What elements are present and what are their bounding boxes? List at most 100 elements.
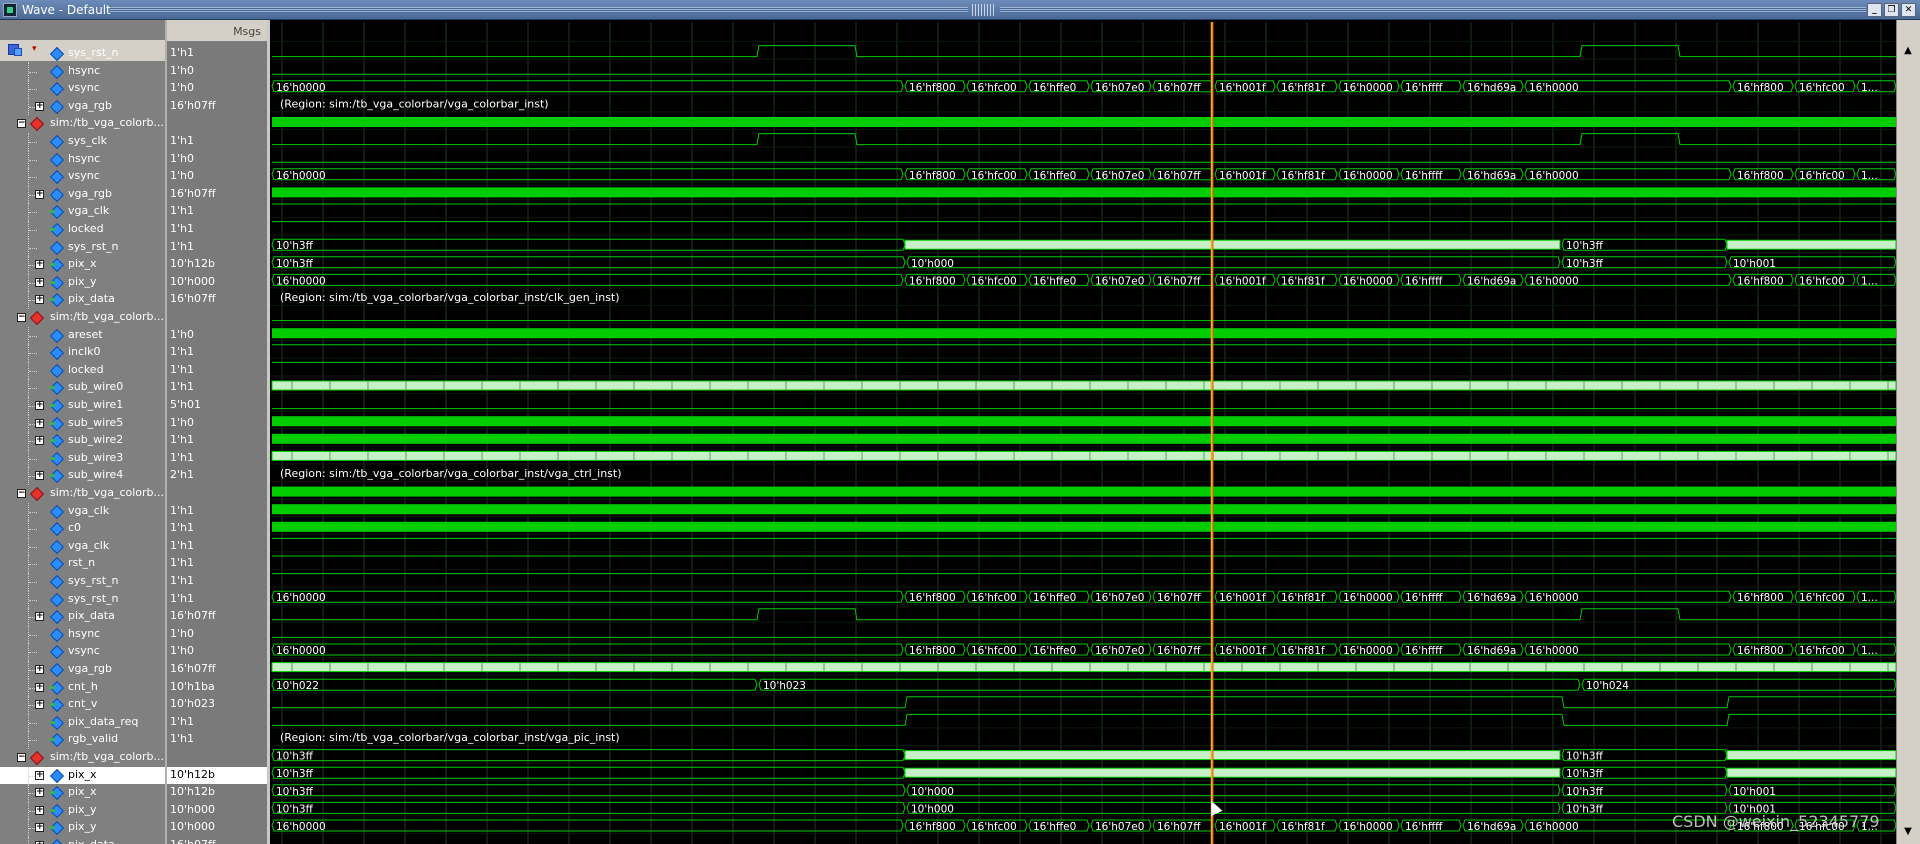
vertical-scrollbar[interactable]: ▲ ▼ (1896, 20, 1920, 844)
signal-row[interactable]: sys_rst_n (0, 238, 165, 257)
value-row[interactable]: 16'h07ff (167, 661, 269, 679)
value-row[interactable]: 1'h1 (167, 45, 269, 63)
value-row[interactable]: 1'h1 (167, 432, 269, 450)
value-row[interactable]: 1'h0 (167, 80, 269, 98)
signal-row[interactable]: + pix_y (0, 273, 165, 292)
value-row[interactable]: 16'h07ff (167, 98, 269, 116)
value-row[interactable]: 1'h0 (167, 151, 269, 169)
signal-row[interactable]: c0 (0, 520, 165, 538)
signal-row[interactable]: vga_clk (0, 203, 165, 221)
value-row[interactable]: 1'h1 (167, 450, 269, 468)
value-row[interactable]: 1'h1 (167, 203, 269, 221)
value-row[interactable]: 1'h0 (167, 643, 269, 661)
signal-row[interactable]: + vga_rgb (0, 97, 165, 116)
value-row[interactable]: 10'h000 (167, 819, 269, 837)
expand-icon[interactable]: + (35, 682, 44, 692)
value-row[interactable]: 1'h1 (167, 344, 269, 362)
value-row[interactable]: 10'h12b (167, 766, 269, 785)
expand-icon[interactable]: + (35, 788, 44, 798)
expand-icon[interactable]: + (35, 805, 44, 815)
signal-row[interactable]: vsync (0, 168, 165, 186)
value-row[interactable]: 10'h000 (167, 802, 269, 820)
value-row[interactable]: 1'h1 (167, 503, 269, 521)
signal-row[interactable]: pix_data_req (0, 713, 165, 732)
expand-icon[interactable]: + (35, 612, 44, 622)
expand-icon[interactable]: + (35, 418, 44, 428)
expand-icon[interactable]: + (35, 189, 44, 199)
collapse-icon[interactable]: − (17, 119, 26, 129)
value-row[interactable]: 16'h07ff (167, 186, 269, 204)
value-row[interactable]: 1'h1 (167, 591, 269, 609)
signal-row[interactable]: vga_clk (0, 502, 165, 521)
signal-row[interactable]: + pix_x (0, 256, 165, 274)
drag-handle-icon[interactable] (972, 4, 996, 16)
collapse-icon[interactable]: − (17, 489, 26, 498)
waveform-svg[interactable]: 16'h0000 16'hf800 16'hfc00 16'hffe0 16'h07e0… (270, 22, 1896, 844)
value-row[interactable]: 1'h1 (167, 714, 269, 732)
signal-row[interactable]: + sub_wire1 (0, 397, 165, 415)
waveform-canvas[interactable]: 16'h0000 16'hf800 16'hfc00 16'hffe0 16'h07e0… (270, 22, 1896, 844)
region-row[interactable]: − sim:/tb_vga_colorb... (0, 485, 165, 503)
value-row[interactable]: 10'h023 (167, 696, 269, 714)
signal-row[interactable]: + pix_y (0, 819, 165, 837)
expand-icon[interactable]: + (35, 770, 44, 780)
minimize-button[interactable]: _ (1867, 3, 1882, 17)
signal-row[interactable]: inclk0 (0, 344, 165, 362)
signal-row[interactable]: + sub_wire5 (0, 414, 165, 433)
signal-row[interactable]: rgb_valid (0, 731, 165, 749)
value-row[interactable]: 1'h1 (167, 520, 269, 538)
value-row[interactable]: 1'h1 (167, 362, 269, 380)
signal-row[interactable]: sub_wire0 (0, 379, 165, 397)
value-row[interactable]: 2'h1 (167, 467, 269, 485)
value-row[interactable]: 1'h1 (167, 731, 269, 749)
value-row[interactable]: 16'h07ff (167, 608, 269, 626)
signal-row[interactable]: + pix_y (0, 801, 165, 820)
value-row[interactable]: 16'h07ff (167, 837, 269, 844)
signal-row[interactable]: + cnt_h (0, 678, 165, 697)
signal-row[interactable]: hsync (0, 150, 165, 169)
expand-icon[interactable]: + (35, 436, 44, 446)
value-row[interactable]: 1'h1 (167, 573, 269, 591)
value-row[interactable]: 10'h000 (167, 274, 269, 292)
restore-button[interactable]: ❐ (1884, 3, 1899, 17)
signal-row[interactable]: + vga_rgb (0, 185, 165, 204)
expand-icon[interactable]: + (35, 295, 44, 305)
value-row[interactable] (167, 115, 269, 133)
value-row[interactable]: 1'h0 (167, 168, 269, 186)
signal-row[interactable]: sys_clk (0, 133, 165, 151)
value-row[interactable] (167, 309, 269, 327)
value-row[interactable]: 16'h07ff (167, 291, 269, 309)
signal-row[interactable]: + pix_x (0, 784, 165, 802)
region-row[interactable]: − sim:/tb_vga_colorb... (0, 309, 165, 327)
expand-icon[interactable]: + (35, 823, 44, 833)
signal-row[interactable]: locked (0, 361, 165, 380)
signal-row[interactable]: +pix_data (0, 608, 165, 626)
signal-row[interactable]: + sub_wire4 (0, 467, 165, 485)
value-row[interactable]: 1'h1 (167, 221, 269, 239)
signal-row[interactable]: + pix_x (0, 766, 165, 785)
signal-row[interactable]: +pix_data (0, 291, 165, 309)
scroll-down-icon[interactable]: ▼ (1900, 826, 1916, 842)
expand-icon[interactable]: + (35, 401, 44, 410)
signal-row[interactable]: sys_rst_n (0, 590, 165, 609)
signal-row[interactable]: + sub_wire2 (0, 432, 165, 450)
signal-row[interactable]: +pix_data (0, 837, 165, 844)
value-row[interactable]: 10'h12b (167, 784, 269, 802)
value-row[interactable] (167, 485, 269, 503)
value-row[interactable]: 1'h1 (167, 239, 269, 257)
signal-row[interactable]: + vga_rgb (0, 661, 165, 679)
collapse-icon[interactable]: − (17, 753, 26, 762)
signal-row[interactable]: vsync (0, 80, 165, 98)
region-row[interactable]: − sim:/tb_vga_colorb... (0, 115, 165, 133)
signal-row[interactable]: sub_wire3 (0, 449, 165, 468)
signal-row[interactable]: + cnt_v (0, 696, 165, 714)
expand-icon[interactable]: + (35, 700, 44, 710)
scroll-up-icon[interactable]: ▲ (1900, 45, 1916, 61)
expand-icon[interactable]: + (35, 260, 44, 270)
value-row[interactable]: 1'h0 (167, 327, 269, 345)
signal-row[interactable]: rst_n (0, 555, 165, 573)
value-row[interactable]: 1'h0 (167, 415, 269, 433)
signal-row[interactable]: hsync (0, 62, 165, 81)
value-row[interactable]: 5'h01 (167, 397, 269, 415)
expand-icon[interactable]: + (35, 101, 44, 111)
